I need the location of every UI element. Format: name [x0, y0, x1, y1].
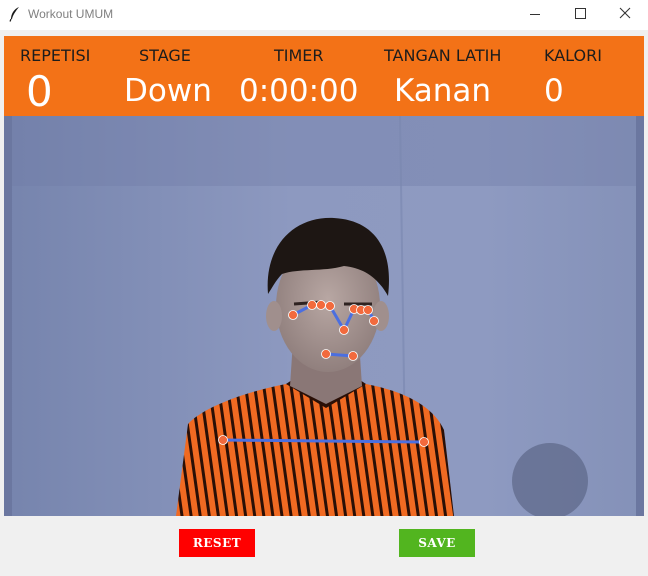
stage-value: Down: [124, 73, 212, 109]
title-bar: Workout UMUM: [0, 0, 648, 30]
minimize-icon: [530, 14, 540, 15]
pose-landmark: [339, 325, 349, 335]
repetisi-label: REPETISI: [20, 46, 91, 65]
feather-icon: [9, 7, 19, 22]
maximize-icon: [575, 8, 586, 19]
close-button[interactable]: [602, 0, 648, 30]
camera-feed: REPETISI 0 STAGE Down TIMER 0:00:00 TANG…: [4, 36, 644, 516]
stage-label: STAGE: [139, 46, 191, 65]
timer-value: 0:00:00: [239, 73, 359, 109]
tangan-value: Kanan: [394, 73, 492, 109]
pose-landmark: [218, 435, 228, 445]
maximize-button[interactable]: [557, 0, 603, 30]
wall-shadow: [512, 443, 588, 516]
close-icon: [619, 7, 631, 19]
stats-hud: REPETISI 0 STAGE Down TIMER 0:00:00 TANG…: [4, 36, 644, 116]
kalori-label: KALORI: [544, 46, 602, 65]
timer-label: TIMER: [274, 46, 324, 65]
pose-landmark: [321, 349, 331, 359]
kalori-value: 0: [544, 73, 564, 109]
pose-landmark: [325, 301, 335, 311]
save-button[interactable]: SAVE: [399, 529, 475, 557]
window-title: Workout UMUM: [28, 7, 114, 21]
pose-landmark: [288, 310, 298, 320]
pose-landmark: [316, 300, 326, 310]
repetisi-value: 0: [26, 67, 53, 116]
pose-landmark: [363, 305, 373, 315]
tangan-label: TANGAN LATIH: [384, 46, 502, 65]
pose-landmark: [307, 300, 317, 310]
reset-button[interactable]: RESET: [179, 529, 255, 557]
pose-connection: [222, 438, 425, 444]
pose-landmark: [369, 316, 379, 326]
pose-landmark: [348, 351, 358, 361]
pose-landmark: [419, 437, 429, 447]
minimize-button[interactable]: [512, 0, 558, 30]
